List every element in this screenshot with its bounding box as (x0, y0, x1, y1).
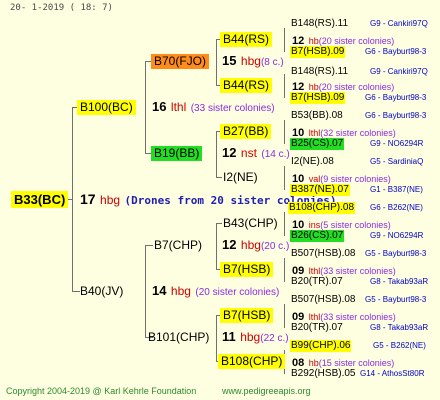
connector (216, 39, 217, 85)
g4-queen[interactable]: B20(TR).07 (290, 322, 344, 334)
root-queen[interactable]: B33(BC) (11, 191, 69, 208)
g4-queen[interactable]: B148(RS).11 (290, 66, 349, 78)
g4-queen[interactable]: B53(BB).08 (290, 110, 344, 122)
g4-queen[interactable]: B26(CS).07 (290, 230, 345, 242)
connector (145, 245, 146, 337)
g4-origin: G8 - Takab93aR (370, 277, 429, 286)
g3-queen[interactable]: B108(CHP) (218, 354, 286, 369)
g4-queen[interactable]: B20(TR).07 (290, 276, 344, 288)
connector (284, 166, 285, 190)
connector (284, 74, 285, 98)
g3-queen[interactable]: B7(HSB) (220, 308, 274, 323)
g4-origin: G6 - B262(NE) (370, 203, 423, 212)
g2-queen[interactable]: B101(CHP) (145, 330, 212, 345)
g4-origin: G5 - SardiniaQ (370, 157, 424, 166)
connector (284, 120, 285, 144)
g2-queen[interactable]: B7(CHP) (151, 238, 205, 253)
g4-origin: G5 - Bayburt98-3 (365, 249, 427, 258)
g4-queen[interactable]: B25(CS).07 (290, 138, 345, 150)
pedigree-tree: 20- 1-2019 ( 18: 7) B33(BC) 17 hbg (Dron… (0, 0, 440, 400)
g3-queen[interactable]: B27(BB) (220, 124, 272, 139)
g4-origin: G6 - Bayburt98-3 (365, 93, 427, 102)
g2-drone-info: 15 hbg(8 c.) (222, 53, 284, 68)
connector (216, 223, 217, 269)
g2-queen[interactable]: B19(BB) (151, 146, 203, 161)
g4-queen[interactable]: B7(HSB).09 (290, 46, 346, 58)
connector (216, 315, 217, 361)
g1-queen[interactable]: B40(JV) (77, 284, 126, 299)
site-link[interactable]: www.pedigreeapis.org (222, 386, 311, 396)
g4-origin: G9 - NO6294R (370, 231, 424, 240)
g4-origin: G6 - Bayburt98-3 (365, 47, 427, 56)
g1-drone-info: 14 hbg (20 sister colonies) (152, 283, 280, 298)
g1-queen[interactable]: B100(BC) (77, 100, 136, 115)
g4-queen[interactable]: B387(NE).07 (290, 184, 350, 196)
print-date: 20- 1-2019 ( 18: 7) (10, 3, 113, 13)
g4-queen[interactable]: B108(CHP).08 (288, 202, 356, 214)
g4-queen[interactable]: B292(HSB).05 (290, 368, 356, 380)
g3-queen[interactable]: B7(HSB) (220, 262, 274, 277)
g2-drone-info: 12 nst (14 c.) (222, 145, 290, 160)
g4-origin: G5 - Bayburt98-3 (365, 295, 427, 304)
g2-drone-info: 11 hbg(22 c.) (222, 329, 289, 344)
connector (284, 258, 285, 282)
g4-origin: G9 - NO6294R (370, 139, 424, 148)
g4-origin: G14 - AthosSt80R (360, 369, 425, 378)
g4-origin: G9 - Cankiri97Q (370, 19, 428, 28)
g4-queen[interactable]: B99(CHP).06 (290, 340, 352, 352)
g4-origin: G8 - Takab93aR (370, 323, 429, 332)
g4-queen[interactable]: I2(NE).08 (290, 156, 335, 168)
g4-origin: G6 - Bayburt98-3 (365, 111, 427, 120)
g3-queen[interactable]: B44(RS) (220, 32, 273, 47)
connector (216, 131, 217, 177)
connector (145, 61, 146, 153)
g2-queen[interactable]: B70(FJO) (151, 54, 210, 69)
g4-origin: G9 - Cankiri97Q (370, 67, 428, 76)
g3-queen[interactable]: I2(NE) (220, 170, 261, 185)
g4-queen[interactable]: B148(RS).11 (290, 18, 349, 30)
g4-queen[interactable]: B507(HSB).08 (290, 294, 356, 306)
connector (284, 212, 285, 236)
g4-origin: G1 - B387(NE) (370, 185, 423, 194)
connector (284, 304, 285, 328)
g4-origin: G5 - B262(NE) (373, 341, 426, 350)
g4-queen[interactable]: B7(HSB).09 (290, 92, 346, 104)
connector (284, 28, 285, 52)
g4-queen[interactable]: B507(HSB).08 (290, 248, 356, 260)
g3-queen[interactable]: B44(RS) (220, 78, 273, 93)
g2-drone-info: 12 hbg(20 c.) (222, 237, 290, 252)
g3-queen[interactable]: B43(CHP) (220, 216, 281, 231)
copyright: Copyright 2004-2019 @ Karl Kehrle Founda… (6, 386, 197, 396)
g1-drone-info: 16 lthl (33 sister colonies) (152, 99, 275, 114)
